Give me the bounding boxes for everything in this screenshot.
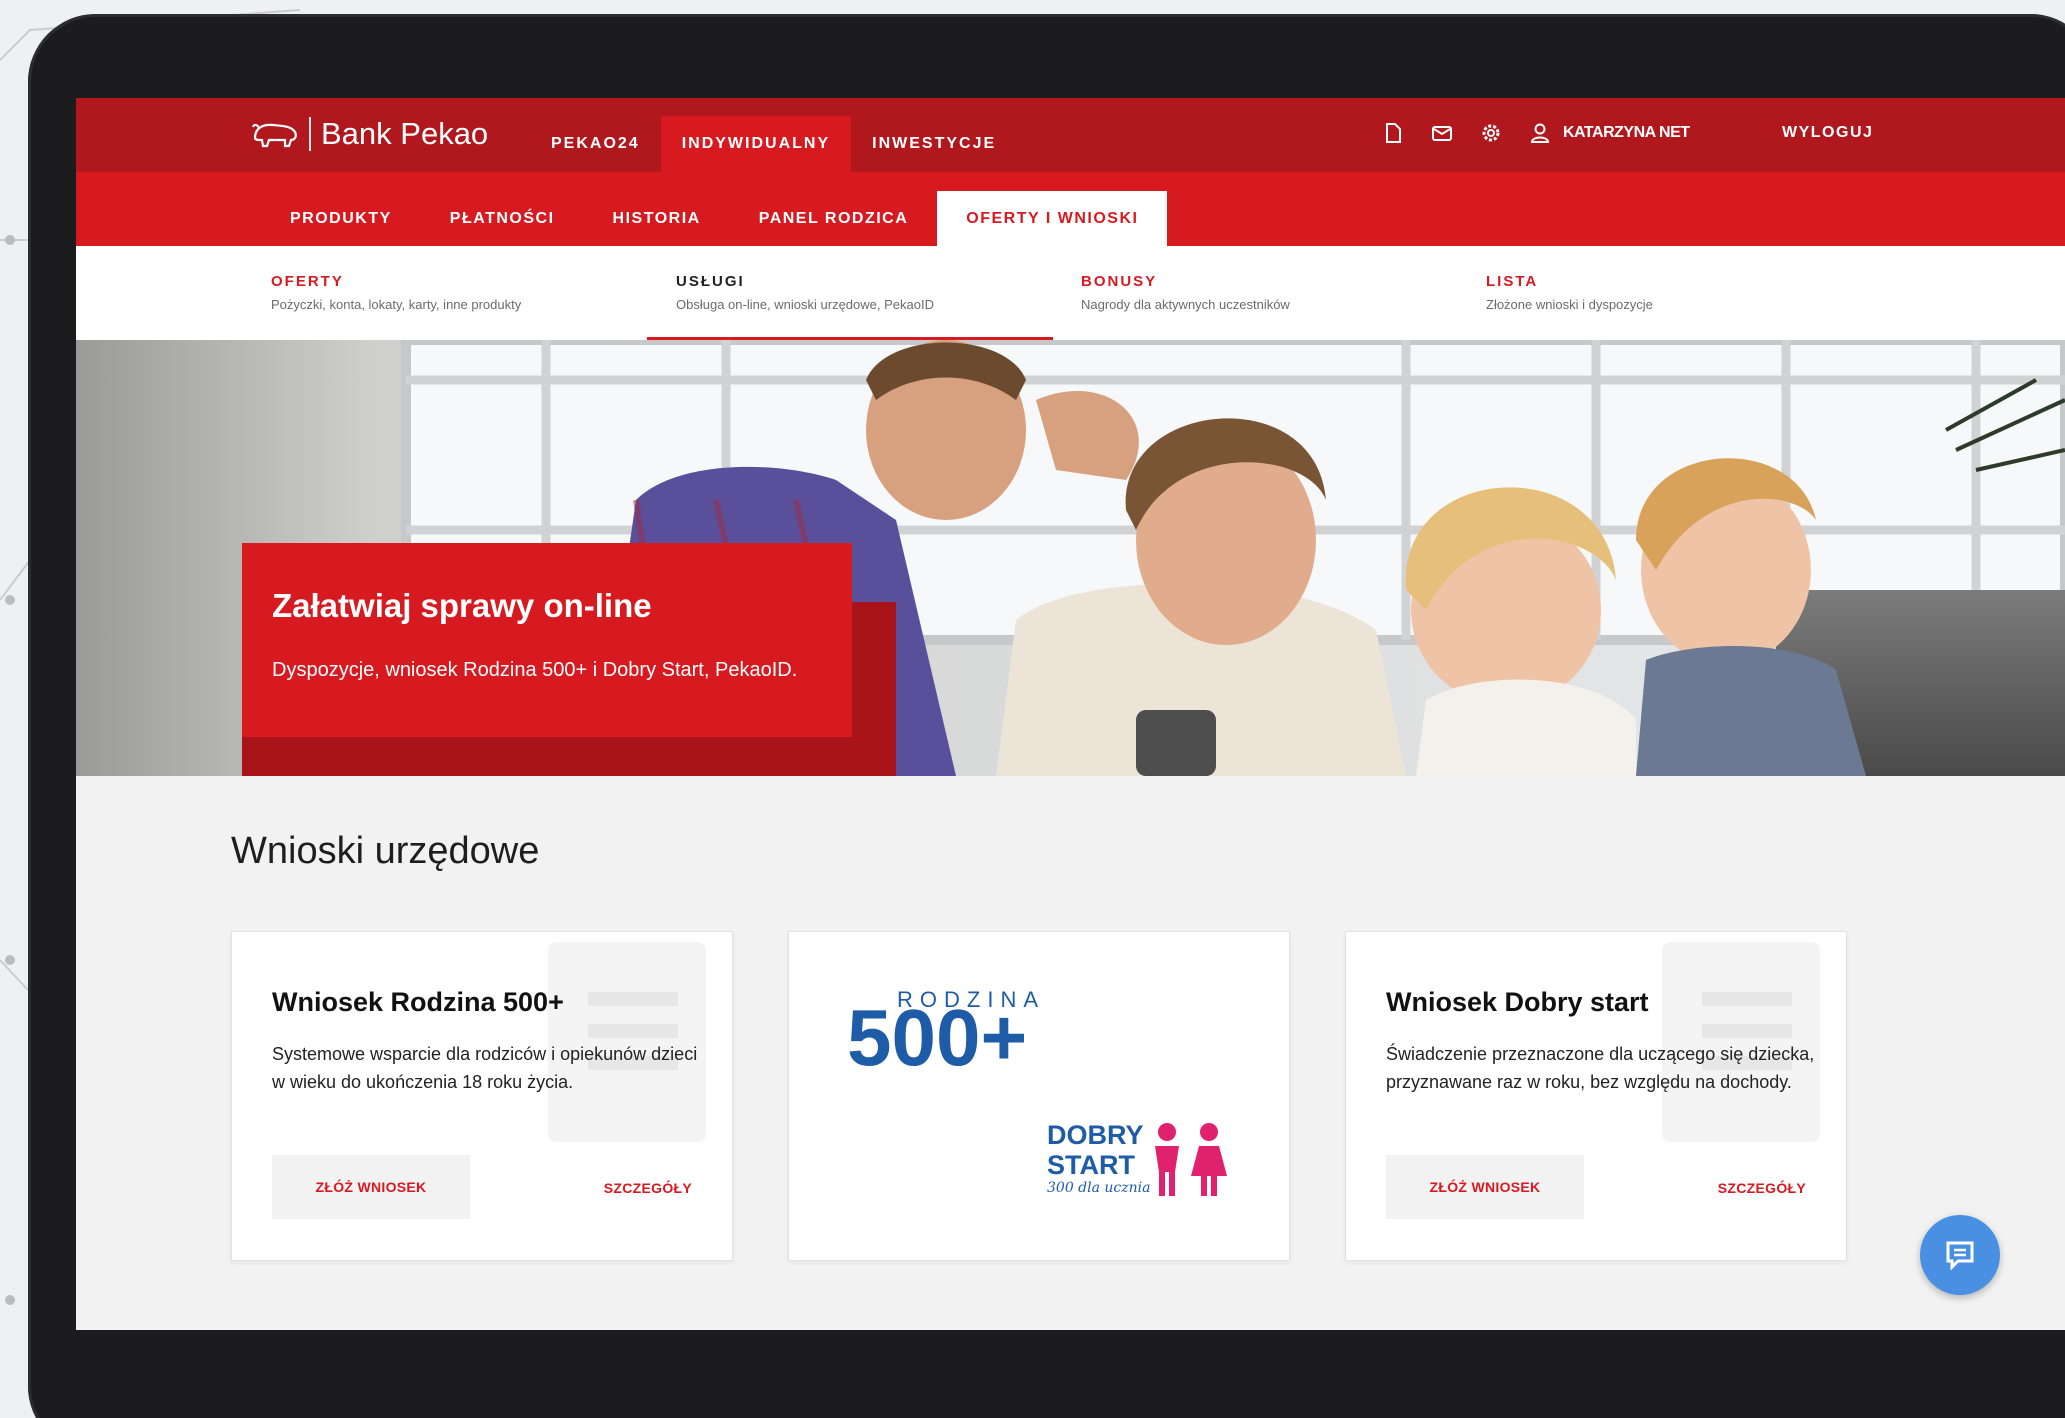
subnav-bonusy[interactable]: BONUSY Nagrody dla aktywnych uczestników <box>1081 246 1441 340</box>
promo-box[interactable]: Załatwiaj sprawy on-line Dyspozycje, wni… <box>242 543 852 737</box>
subnav-uslugi[interactable]: USŁUGI Obsługa on-line, wnioski urzędowe… <box>647 246 1053 340</box>
submit-application-button[interactable]: ZŁÓŻ WNIOSEK <box>1386 1155 1584 1219</box>
nav-item-oferty-i-wnioski[interactable]: OFERTY I WNIOSKI <box>937 191 1168 246</box>
app-screen: Bank Pekao PEKAO24 INDYWIDUALNY INWESTYC… <box>76 98 2065 1330</box>
subnav-desc: Pożyczki, konta, lokaty, karty, inne pro… <box>271 297 522 312</box>
subnav-title: BONUSY <box>1081 273 1158 290</box>
card-desc: Systemowe wsparcie dla rodziców i opieku… <box>272 1044 698 1092</box>
card-desc: Świadczenie przeznaczone dla uczącego si… <box>1386 1044 1815 1092</box>
card-dobry-start: Wniosek Dobry start Świadczenie przeznac… <box>1345 931 1847 1261</box>
chat-button[interactable] <box>1920 1215 2000 1295</box>
bison-icon <box>252 123 297 148</box>
hero-title: Załatwiaj sprawy on-line <box>272 587 652 624</box>
hero-subtitle: Dyspozycje, wniosek Rodzina 500+ i Dobry… <box>272 659 798 681</box>
brand-name: Bank Pekao <box>321 116 489 151</box>
section-title: Wnioski urzędowe <box>231 830 540 872</box>
subnav-title: LISTA <box>1486 273 1539 290</box>
subnav-desc: Obsługa on-line, wnioski urzędowe, Pekao… <box>676 297 934 312</box>
card-title: Wniosek Dobry start <box>1386 987 1649 1017</box>
card-program-logos: 500+ RODZINA DOBRY START 300 dla ucznia <box>788 931 1290 1261</box>
submit-application-button[interactable]: ZŁÓŻ WNIOSEK <box>272 1155 470 1219</box>
bank-logo[interactable]: Bank Pekao <box>251 116 488 152</box>
logo-divider <box>309 117 311 151</box>
subnav-desc: Nagrody dla aktywnych uczestników <box>1081 297 1290 312</box>
subnav-title: USŁUGI <box>676 273 745 290</box>
subnav-lista[interactable]: LISTA Złożone wnioski i dyspozycje <box>1486 246 1846 340</box>
top-bar: Bank Pekao PEKAO24 INDYWIDUALNY INWESTYC… <box>76 98 2065 172</box>
dobry-start-logo: DOBRY START 300 dla ucznia <box>1047 1120 1227 1196</box>
user-icon <box>1530 123 1550 143</box>
settings-icon[interactable] <box>1480 122 1502 144</box>
top-tabs: PEKAO24 INDYWIDUALNY INWESTYCJE <box>530 116 1017 172</box>
nav-item-historia[interactable]: HISTORIA <box>584 191 730 246</box>
subnav-oferty[interactable]: OFERTY Pożyczki, konta, lokaty, karty, i… <box>271 246 651 340</box>
mail-icon[interactable] <box>1431 122 1453 144</box>
tab-indywidualny[interactable]: INDYWIDUALNY <box>660 116 852 172</box>
tab-inwestycje[interactable]: INWESTYCJE <box>851 116 1017 172</box>
rodzina-word: RODZINA <box>897 987 1045 1012</box>
user-menu[interactable]: KATARZYNA NET <box>1529 122 1690 144</box>
main-nav: PRODUKTY PŁATNOŚCI HISTORIA PANEL RODZIC… <box>76 172 2065 246</box>
document-icon[interactable] <box>1382 122 1404 144</box>
details-link[interactable]: SZCZEGÓŁY <box>1718 1180 1806 1196</box>
card-rodzina-500: Wniosek Rodzina 500+ Systemowe wsparcie … <box>231 931 733 1261</box>
nav-item-panel-rodzica[interactable]: PANEL RODZICA <box>730 191 938 246</box>
chat-icon <box>1946 1241 1974 1270</box>
sub-nav: OFERTY Pożyczki, konta, lokaty, karty, i… <box>76 246 2065 340</box>
header-actions: KATARZYNA NET <box>1382 122 1690 144</box>
start-word: START <box>1047 1150 1135 1180</box>
children-icon <box>1155 1123 1227 1196</box>
user-name: KATARZYNA NET <box>1563 124 1690 141</box>
subnav-desc: Złożone wnioski i dyspozycje <box>1486 297 1653 312</box>
slogan: 300 dla ucznia <box>1047 1180 1151 1196</box>
subnav-title: OFERTY <box>271 273 344 290</box>
logout-link[interactable]: WYLOGUJ <box>1782 124 1873 142</box>
tab-pekao24[interactable]: PEKAO24 <box>530 116 661 172</box>
nav-item-produkty[interactable]: PRODUKTY <box>261 191 421 246</box>
details-link[interactable]: SZCZEGÓŁY <box>604 1180 692 1196</box>
hero-banner: Załatwiaj sprawy on-line Dyspozycje, wni… <box>76 340 2065 776</box>
card-title: Wniosek Rodzina 500+ <box>272 987 564 1017</box>
dobry-word: DOBRY <box>1047 1120 1144 1150</box>
nav-item-platnosci[interactable]: PŁATNOŚCI <box>421 191 584 246</box>
